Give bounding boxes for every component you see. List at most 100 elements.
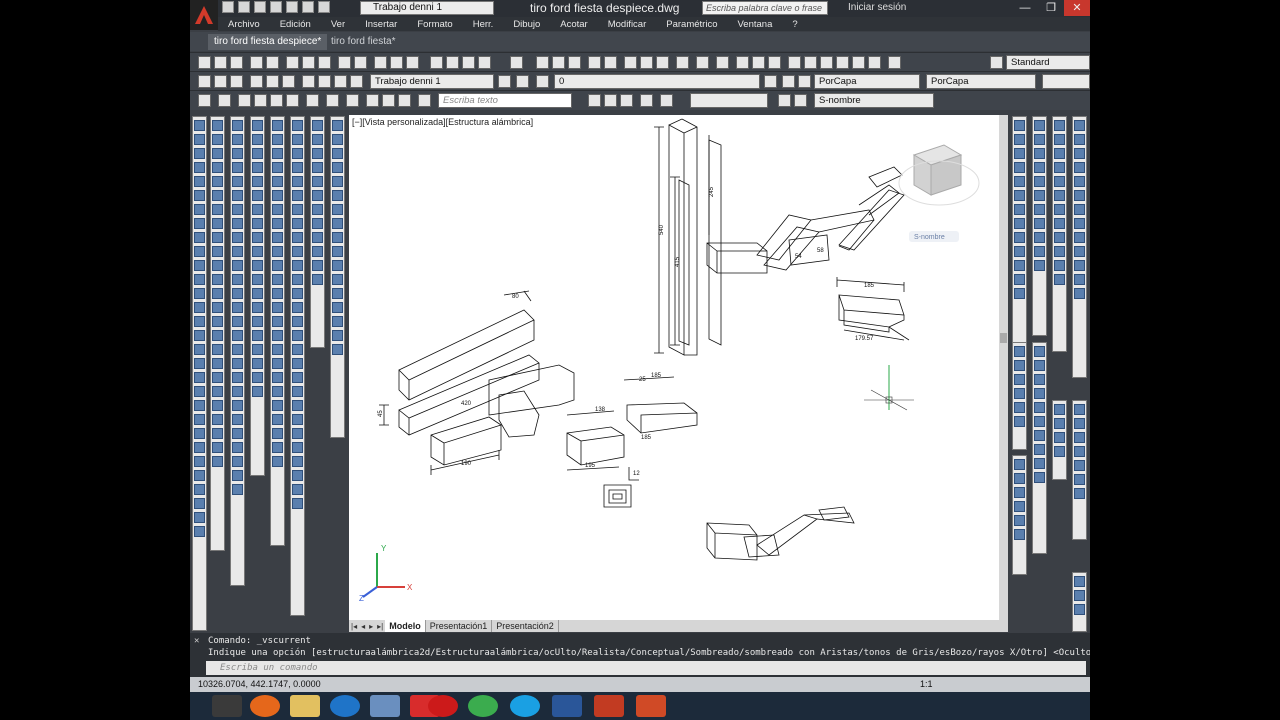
xref-attach-icon[interactable] [252, 134, 263, 145]
spell-check-icon[interactable] [398, 94, 411, 107]
file-tab-fiesta[interactable]: tiro ford fiesta* [325, 34, 401, 50]
3dmirror-icon[interactable] [272, 456, 283, 467]
block-icon[interactable] [232, 246, 243, 257]
linetype-select[interactable]: PorCapa [926, 74, 1036, 89]
mirror-icon[interactable] [212, 148, 223, 159]
3dmove-icon[interactable] [272, 400, 283, 411]
distance-icon[interactable] [212, 456, 223, 467]
last-tab-icon[interactable]: ▸| [375, 622, 385, 631]
volume-icon[interactable] [1074, 460, 1085, 471]
fillet-surf-icon[interactable] [292, 246, 303, 257]
mesh-crease-icon[interactable] [292, 162, 303, 173]
open-icon[interactable] [238, 1, 250, 13]
measure-icon[interactable] [1074, 432, 1085, 443]
back-view-icon[interactable] [312, 190, 323, 201]
hidden-icon[interactable] [1034, 416, 1045, 427]
radius-icon[interactable] [232, 470, 243, 481]
project-icon[interactable] [292, 316, 303, 327]
hyperlink-icon[interactable] [232, 330, 243, 341]
field-icon[interactable] [232, 316, 243, 327]
mtext-icon[interactable] [194, 330, 205, 341]
3dscale-icon[interactable] [1054, 432, 1065, 443]
menu-parametrico[interactable]: Paramétrico [656, 19, 727, 30]
hyperlink-icon[interactable] [252, 358, 263, 369]
calculator-icon[interactable] [478, 56, 491, 69]
torus-icon[interactable] [1034, 190, 1045, 201]
3dalign-icon[interactable] [1054, 446, 1065, 457]
donut-icon[interactable] [194, 372, 205, 383]
attdef-icon[interactable] [232, 260, 243, 271]
view-toolbar[interactable] [310, 116, 325, 348]
nw-iso-icon[interactable] [312, 246, 323, 257]
menu-modificar[interactable]: Modificar [598, 19, 657, 30]
surf-sculpt-icon[interactable] [1074, 246, 1085, 257]
flag-icon[interactable] [1074, 404, 1085, 415]
modeling-toolbar[interactable] [290, 116, 305, 616]
pan-icon[interactable] [736, 56, 749, 69]
right-toolbar-2b[interactable] [1032, 342, 1047, 554]
fly-icon[interactable] [1014, 487, 1025, 498]
wedge-icon[interactable] [1034, 134, 1045, 145]
walk-icon[interactable] [292, 414, 303, 425]
sweep-icon[interactable] [1034, 260, 1045, 271]
redo-icon[interactable] [318, 1, 330, 13]
slice-icon[interactable] [1054, 162, 1065, 173]
align-icon[interactable] [212, 358, 223, 369]
autocad-icon[interactable] [594, 695, 624, 717]
scale-text-icon[interactable] [418, 94, 431, 107]
cylinder-icon[interactable] [1034, 176, 1045, 187]
ucs-view-icon[interactable] [332, 344, 343, 355]
surf-untrim-icon[interactable] [1074, 218, 1085, 229]
xline-icon[interactable] [194, 358, 205, 369]
sphere-icon[interactable] [1014, 346, 1025, 357]
text-style-select[interactable]: Standard [1006, 55, 1090, 70]
network-icon[interactable] [292, 190, 303, 201]
shaded-icon[interactable] [332, 190, 343, 201]
3dmove-icon[interactable] [1054, 404, 1065, 415]
chamfer-icon[interactable] [212, 302, 223, 313]
qdim-icon[interactable] [232, 400, 243, 411]
surf-rebuild-icon[interactable] [1074, 274, 1085, 285]
surf-offset-icon[interactable] [1074, 176, 1085, 187]
globe-icon[interactable] [1014, 360, 1025, 371]
camera-icon[interactable] [306, 94, 319, 107]
presspull-icon[interactable] [272, 246, 283, 257]
surf-trim-icon[interactable] [1074, 204, 1085, 215]
xref-icon[interactable] [232, 274, 243, 285]
save-as-icon[interactable] [270, 1, 282, 13]
dim-space-icon[interactable] [1014, 274, 1025, 285]
close-icon[interactable]: ✕ [194, 636, 199, 646]
file-tab-despiece[interactable]: tiro ford fiesta despiece* [208, 34, 328, 50]
table-icon[interactable] [252, 372, 263, 383]
solid-icon[interactable] [194, 498, 205, 509]
properties-icon[interactable] [212, 428, 223, 439]
tab-presentacion1[interactable]: Presentación1 [426, 620, 493, 632]
baseline-icon[interactable] [232, 414, 243, 425]
insert-block-icon[interactable] [252, 120, 263, 131]
conceptual-icon[interactable] [1034, 388, 1045, 399]
new-icon[interactable] [536, 56, 549, 69]
camera-icon[interactable] [292, 442, 303, 453]
attribute-icon[interactable] [252, 260, 263, 271]
workspace-select[interactable]: Trabajo denni 1 [360, 1, 494, 15]
image-icon[interactable] [232, 288, 243, 299]
lengthen-icon[interactable] [212, 344, 223, 355]
revcloud-icon[interactable] [194, 386, 205, 397]
sky-icon[interactable] [1034, 472, 1045, 483]
stretch-icon[interactable] [212, 232, 223, 243]
edges-icon[interactable] [332, 204, 343, 215]
menu-ver[interactable]: Ver [321, 19, 355, 30]
sun-icon[interactable] [346, 94, 359, 107]
box-icon[interactable] [1034, 120, 1045, 131]
angular-icon[interactable] [232, 456, 243, 467]
union-icon[interactable] [272, 302, 283, 313]
extend-surf-icon[interactable] [292, 274, 303, 285]
patch-icon[interactable] [292, 218, 303, 229]
2d-wireframe-icon[interactable] [332, 120, 343, 131]
mesh-smooth-icon[interactable] [292, 134, 303, 145]
internet-explorer-icon[interactable] [330, 695, 360, 717]
surf-blend-icon[interactable] [1074, 148, 1085, 159]
dim-break-icon[interactable] [1014, 288, 1025, 299]
settings-icon[interactable] [252, 386, 263, 397]
menu-formato[interactable]: Formato [407, 19, 462, 30]
